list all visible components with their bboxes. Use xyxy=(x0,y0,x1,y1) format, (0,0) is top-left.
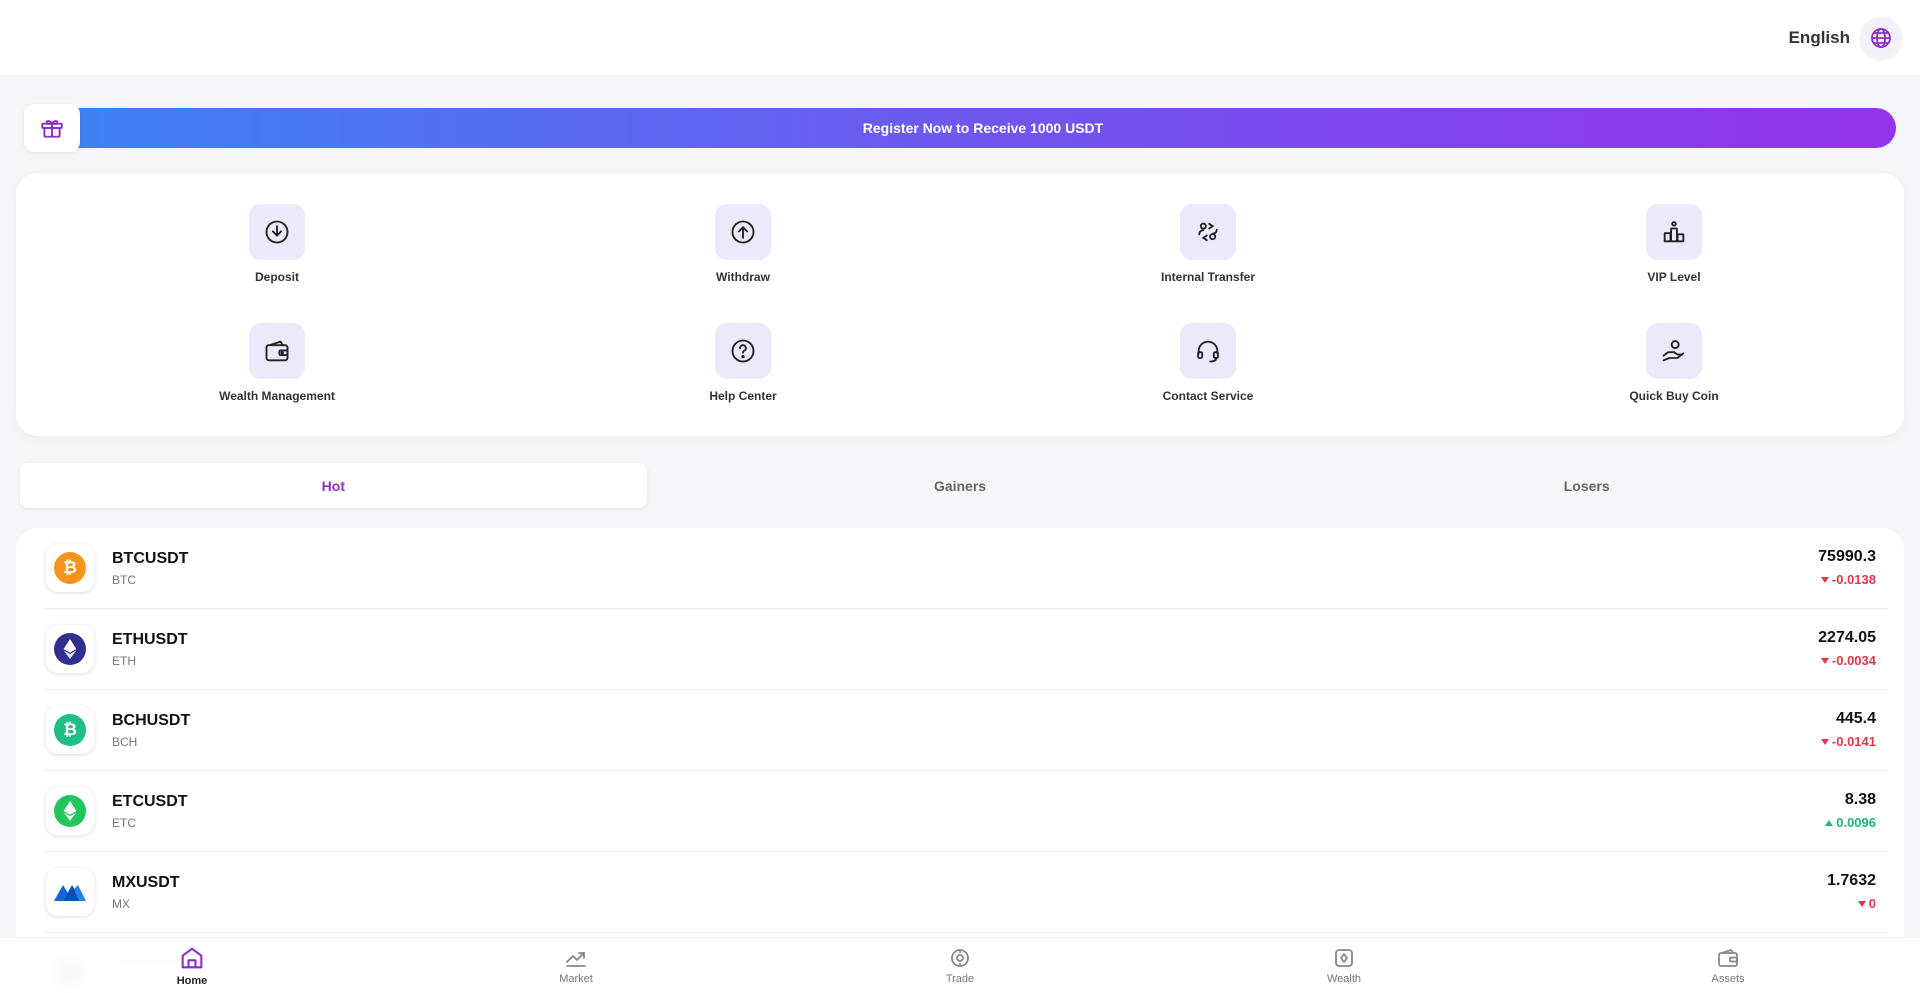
ethereum-icon xyxy=(54,633,86,665)
coin-logo: ₿ xyxy=(46,706,94,754)
ethereum-classic-icon xyxy=(54,795,86,827)
top-header: English xyxy=(0,0,1920,76)
action-internal-transfer[interactable]: Internal Transfer xyxy=(1098,204,1318,284)
market-base: MX xyxy=(112,897,130,911)
market-symbol: MXUSDT xyxy=(112,874,180,891)
action-label: Contact Service xyxy=(1162,389,1254,403)
action-vip-level[interactable]: VIP Level xyxy=(1564,204,1784,284)
wealth-icon xyxy=(1335,949,1353,967)
market-base: BTC xyxy=(112,573,136,587)
market-symbol: BCHUSDT xyxy=(112,712,191,729)
withdraw-icon xyxy=(715,204,771,260)
action-quick-buy-coin[interactable]: Quick Buy Coin xyxy=(1564,323,1784,403)
nav-label: Market xyxy=(559,973,593,985)
nav-wealth[interactable]: Wealth xyxy=(1152,938,1536,993)
change-value: 0 xyxy=(1868,896,1876,911)
nav-trade[interactable]: Trade xyxy=(768,938,1152,993)
change-value: -0.0138 xyxy=(1831,572,1876,587)
market-tabs: Hot Gainers Losers xyxy=(20,463,1900,508)
market-list: ₿ BTCUSDT BTC 75990.3 -0.0138 ETHUSDT ET… xyxy=(16,528,1904,993)
action-help-center[interactable]: Help Center xyxy=(633,323,853,403)
market-row-eth[interactable]: ETHUSDT ETH 2274.05 -0.0034 xyxy=(44,609,1888,690)
nav-label: Home xyxy=(176,975,208,987)
home-icon xyxy=(181,947,203,969)
nav-market[interactable]: Market xyxy=(384,938,768,993)
nav-label: Wealth xyxy=(1326,973,1362,985)
market-row-mx[interactable]: MXUSDT MX 1.7632 0 xyxy=(44,852,1888,933)
action-label: Internal Transfer xyxy=(1160,270,1256,284)
language-label[interactable]: English xyxy=(1789,28,1850,48)
change-value: -0.0141 xyxy=(1831,734,1876,749)
market-change: 0 xyxy=(1857,896,1876,911)
action-wealth-management[interactable]: Wealth Management xyxy=(167,323,387,403)
tab-losers[interactable]: Losers xyxy=(1273,463,1900,508)
market-row-btc[interactable]: ₿ BTCUSDT BTC 75990.3 -0.0138 xyxy=(44,528,1888,609)
action-label: VIP Level xyxy=(1647,270,1701,284)
action-label: Wealth Management xyxy=(219,389,335,403)
action-withdraw[interactable]: Withdraw xyxy=(633,204,853,284)
bitcoin-cash-icon: ₿ xyxy=(54,714,86,746)
headset-icon xyxy=(1180,323,1236,379)
market-price: 8.38 xyxy=(1844,791,1876,808)
bottom-navigation: Home Market Trade Wealth Assets xyxy=(0,937,1920,993)
triangle-up-icon xyxy=(1825,819,1834,826)
globe-icon[interactable] xyxy=(1860,17,1902,59)
trade-icon xyxy=(951,949,969,967)
tab-hot[interactable]: Hot xyxy=(20,463,647,508)
quick-actions-card: Deposit Withdraw Internal Transfer VIP L… xyxy=(16,173,1904,436)
vip-icon xyxy=(1646,204,1702,260)
nav-home[interactable]: Home xyxy=(0,938,384,993)
coin-logo xyxy=(46,868,94,916)
action-deposit[interactable]: Deposit xyxy=(167,204,387,284)
language-selector[interactable]: English xyxy=(1789,17,1902,59)
market-price: 75990.3 xyxy=(1818,548,1876,565)
market-base: ETC xyxy=(112,816,136,830)
market-chart-icon xyxy=(566,952,586,967)
transfer-icon xyxy=(1180,204,1236,260)
action-label: Help Center xyxy=(709,389,777,403)
coin-logo xyxy=(46,625,94,673)
mx-icon xyxy=(54,885,86,901)
register-promo-banner[interactable]: Register Now to Receive 1000 USDT xyxy=(70,108,1896,148)
action-contact-service[interactable]: Contact Service xyxy=(1098,323,1318,403)
market-price: 445.4 xyxy=(1835,710,1876,727)
triangle-down-icon xyxy=(1820,576,1829,583)
market-change: -0.0141 xyxy=(1820,734,1876,749)
market-price: 2274.05 xyxy=(1818,629,1876,646)
market-change: -0.0034 xyxy=(1820,653,1876,668)
market-price: 1.7632 xyxy=(1827,872,1876,889)
triangle-down-icon xyxy=(1857,900,1866,907)
coin-logo xyxy=(46,787,94,835)
action-label: Quick Buy Coin xyxy=(1629,389,1719,403)
triangle-down-icon xyxy=(1820,657,1829,664)
market-change: 0.0096 xyxy=(1825,815,1876,830)
help-icon xyxy=(715,323,771,379)
deposit-icon xyxy=(249,204,305,260)
market-change: -0.0138 xyxy=(1820,572,1876,587)
tab-gainers[interactable]: Gainers xyxy=(647,463,1274,508)
coin-logo: ₿ xyxy=(46,544,94,592)
triangle-down-icon xyxy=(1820,738,1829,745)
market-base: BCH xyxy=(112,735,138,749)
buy-coin-icon xyxy=(1646,323,1702,379)
change-value: 0.0096 xyxy=(1836,815,1876,830)
market-base: ETH xyxy=(112,654,136,668)
assets-wallet-icon xyxy=(1718,949,1738,967)
market-row-bch[interactable]: ₿ BCHUSDT BCH 445.4 -0.0141 xyxy=(44,690,1888,771)
market-symbol: ETCUSDT xyxy=(112,793,188,810)
bitcoin-icon: ₿ xyxy=(54,552,86,584)
market-row-etc[interactable]: ETCUSDT ETC 8.38 0.0096 xyxy=(44,771,1888,852)
change-value: -0.0034 xyxy=(1831,653,1876,668)
action-label: Withdraw xyxy=(716,270,770,284)
nav-label: Assets xyxy=(1711,973,1745,985)
nav-assets[interactable]: Assets xyxy=(1536,938,1920,993)
market-symbol: ETHUSDT xyxy=(112,631,188,648)
banner-text: Register Now to Receive 1000 USDT xyxy=(862,120,1104,136)
gift-icon[interactable] xyxy=(24,104,80,152)
wallet-icon xyxy=(249,323,305,379)
action-label: Deposit xyxy=(254,270,299,284)
nav-label: Trade xyxy=(945,973,975,985)
market-symbol: BTCUSDT xyxy=(112,550,189,567)
